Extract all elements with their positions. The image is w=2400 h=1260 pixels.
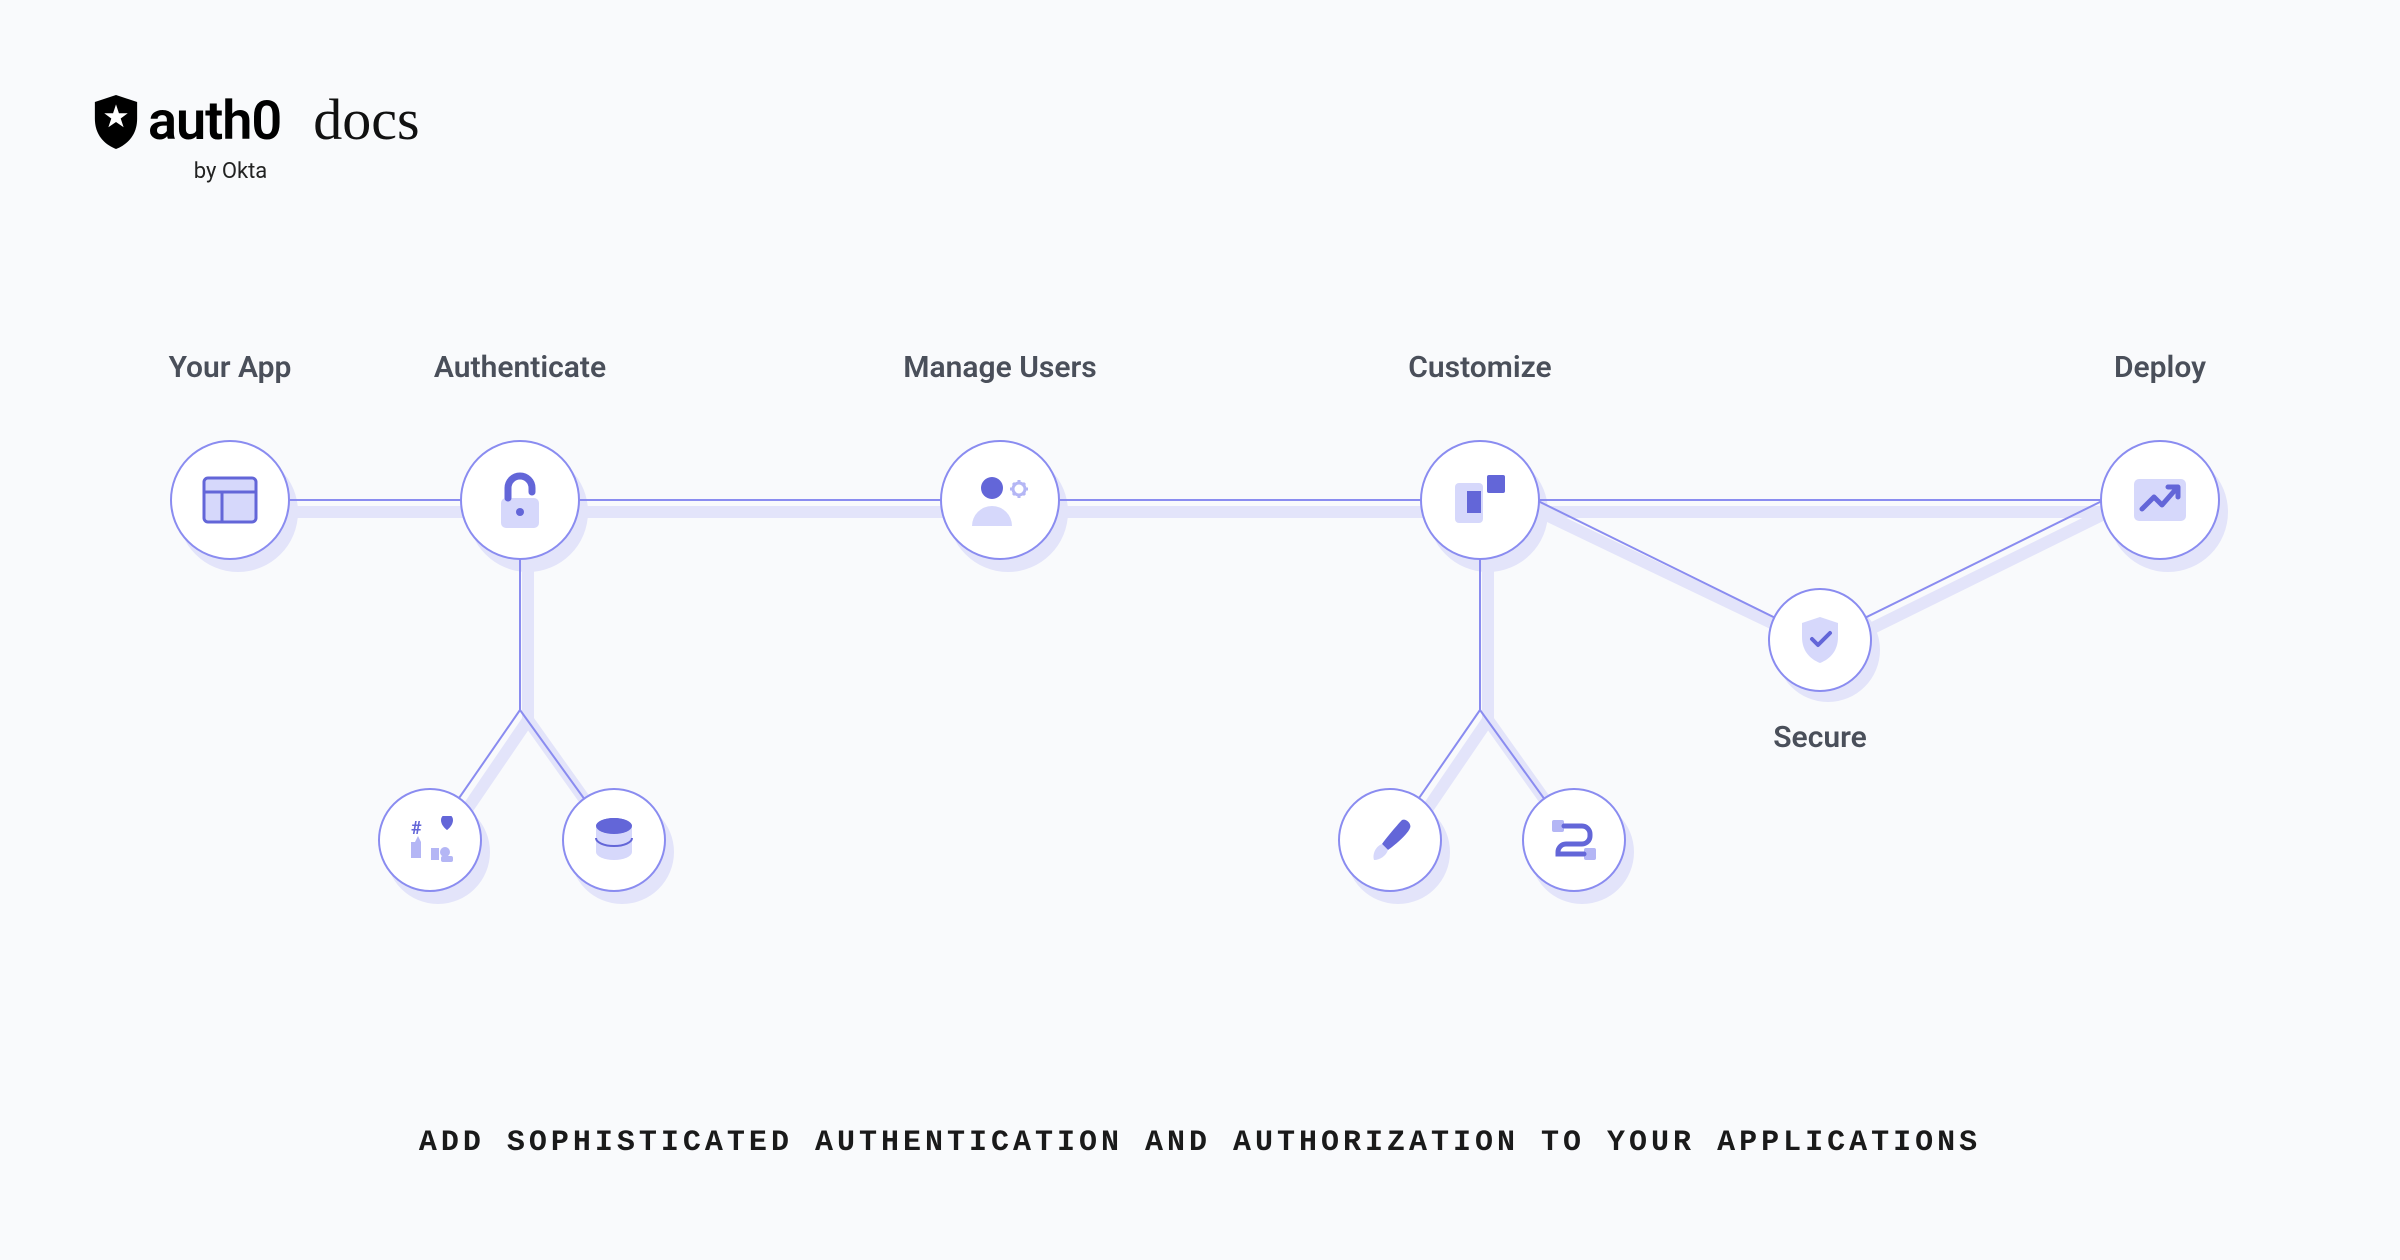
tagline: ADD SOPHISTICATED AUTHENTICATION AND AUT…: [419, 1126, 1981, 1160]
node-manage-users: [940, 440, 1060, 560]
auth0-shield-icon: [92, 95, 140, 149]
node-your-app: [170, 440, 290, 560]
node-secure: [1768, 588, 1872, 692]
unlock-icon: [495, 470, 545, 530]
node-customize: [1420, 440, 1540, 560]
logo-area: auth0 by Okta docs: [92, 90, 420, 184]
chart-arrow-icon: [2130, 475, 2190, 525]
database-icon: [592, 816, 636, 864]
social-icons-icon: #: [403, 816, 457, 864]
flow-diagram: Your App Authenticate Manage Users Custo…: [160, 350, 2240, 1090]
blocks-icon: [1451, 473, 1509, 527]
paintbrush-icon: [1368, 816, 1412, 864]
node-branding: [1338, 788, 1442, 892]
node-deploy: [2100, 440, 2220, 560]
auth0-logo: auth0 by Okta: [92, 90, 281, 184]
node-social-login: #: [378, 788, 482, 892]
svg-text:#: #: [411, 818, 422, 839]
flow-path-icon: [1548, 816, 1600, 864]
user-gear-icon: [968, 472, 1032, 528]
browser-window-icon: [202, 476, 258, 524]
node-database: [562, 788, 666, 892]
brand-name: auth0: [148, 90, 281, 153]
shield-check-icon: [1798, 615, 1842, 665]
section-label: docs: [313, 86, 419, 153]
node-authenticate: [460, 440, 580, 560]
node-flow: [1522, 788, 1626, 892]
brand-byline: by Okta: [194, 159, 268, 184]
